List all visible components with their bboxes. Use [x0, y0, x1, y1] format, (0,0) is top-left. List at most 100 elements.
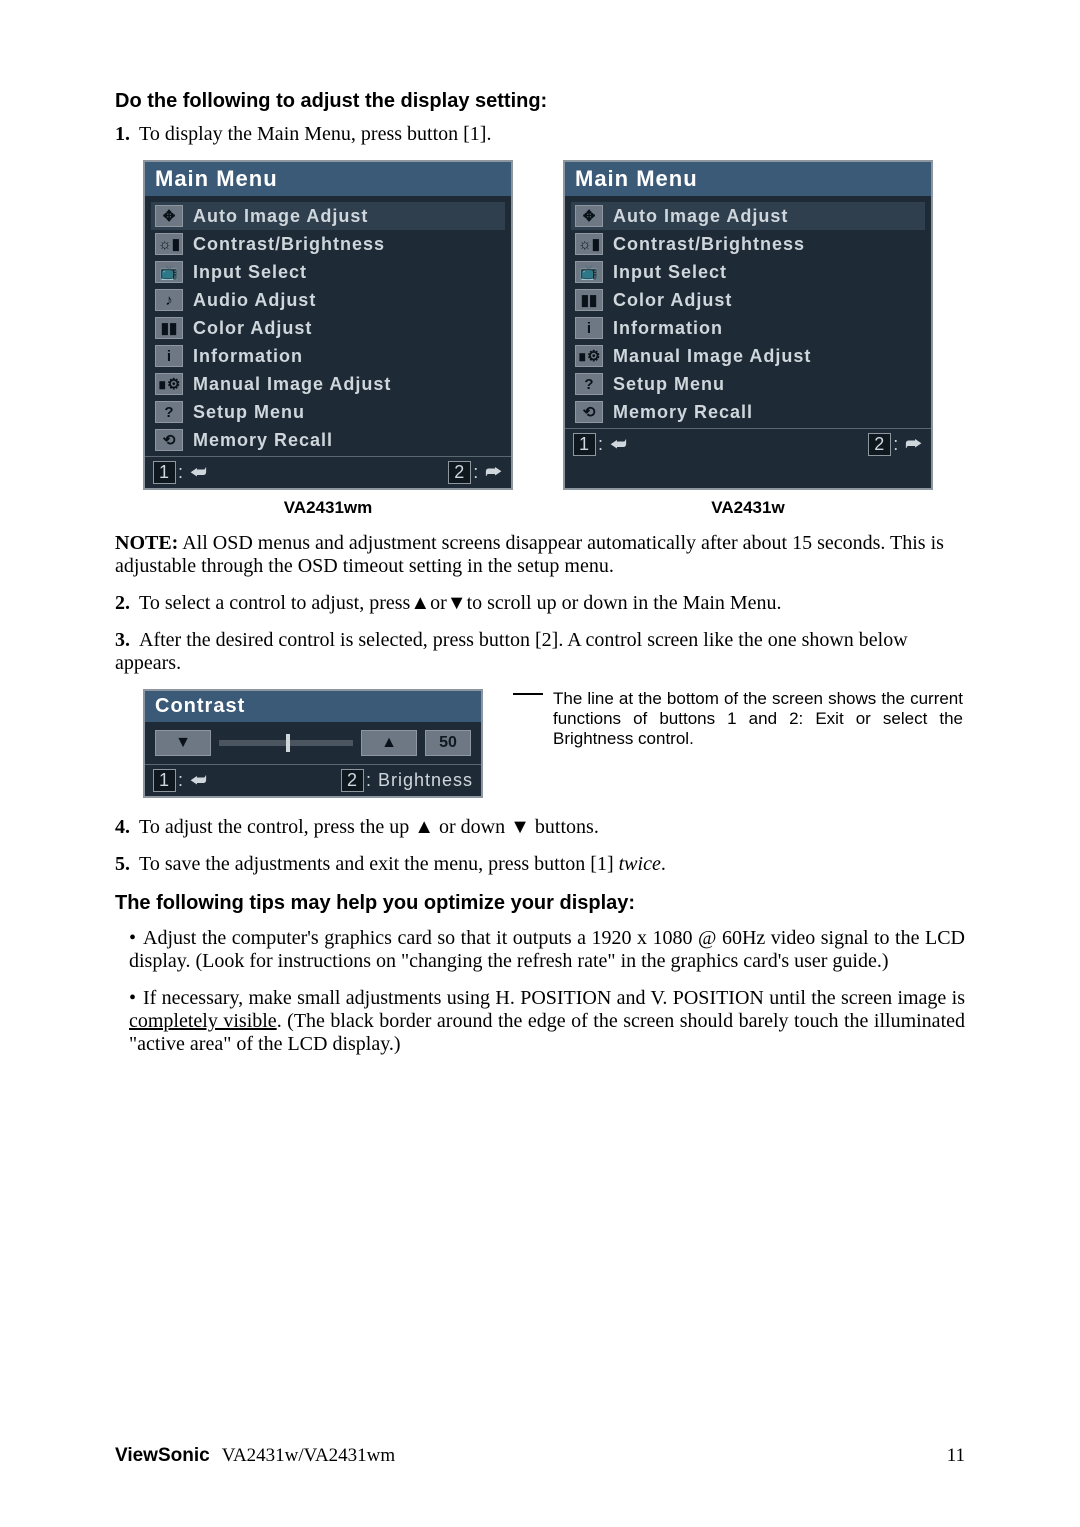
step-2-text-a: To select a control to adjust, press: [139, 592, 410, 614]
menu-item-label: Color Adjust: [613, 290, 732, 311]
osd-main-menu-wm: Main Menu ✥Auto Image Adjust ☼▮Contrast/…: [143, 160, 513, 490]
menu-item-audio-adjust[interactable]: ♪ Audio Adjust: [151, 286, 505, 314]
key-2: 2: [341, 769, 364, 792]
brightness-icon: ☼▮: [155, 233, 183, 255]
callout-line: [513, 693, 543, 695]
down-arrow-icon: ▼: [447, 592, 467, 614]
step-5-text-c: .: [661, 853, 666, 875]
menu-item-contrast-brightness[interactable]: ☼▮ Contrast/Brightness: [571, 230, 925, 258]
contrast-slider[interactable]: [219, 740, 353, 746]
info-icon: i: [155, 345, 183, 367]
menu-item-label: Contrast/Brightness: [193, 234, 385, 255]
menu-item-information[interactable]: i Information: [571, 314, 925, 342]
menu-item-input-select[interactable]: 📺Input Select: [151, 258, 505, 286]
brightness-icon: ☼▮: [575, 233, 603, 255]
audio-icon: ♪: [155, 289, 183, 311]
tip-2-underline: completely visible: [129, 1010, 277, 1032]
menu-item-label: Setup Menu: [613, 374, 725, 395]
menu-item-contrast-brightness[interactable]: ☼▮ Contrast/Brightness: [151, 230, 505, 258]
color-icon: ▮▮: [155, 317, 183, 339]
menu-item-label: Audio Adjust: [193, 290, 316, 311]
menu-item-input-select[interactable]: 📺 Input Select: [571, 258, 925, 286]
menu-item-manual-image-adjust[interactable]: ∎⚙ Manual Image Adjust: [151, 370, 505, 398]
osd-contrast-footer: 1: ⮨ 2: Brightness: [145, 764, 481, 796]
exit-icon: ⮨: [610, 434, 628, 454]
step-2-text-b: or: [430, 592, 447, 614]
footer-brightness-label: : Brightness: [366, 770, 473, 790]
key-1: 1: [573, 433, 596, 456]
input-icon: 📺: [575, 261, 603, 283]
up-button[interactable]: ▲: [361, 730, 417, 756]
step-2: 2.To select a control to adjust, press▲o…: [115, 592, 965, 615]
menu-item-label: Memory Recall: [193, 430, 333, 451]
menu-item-label: Manual Image Adjust: [193, 374, 391, 395]
contrast-value: 50: [425, 730, 471, 756]
note-text: All OSD menus and adjustment screens dis…: [115, 532, 944, 577]
osd-contrast-title: Contrast: [145, 691, 481, 722]
down-arrow-icon: ▼: [510, 816, 530, 838]
question-icon: ?: [575, 373, 603, 395]
down-button[interactable]: ▼: [155, 730, 211, 756]
menu-item-memory-recall[interactable]: ⟲ Memory Recall: [151, 426, 505, 454]
menu-item-label: Input Select: [193, 262, 307, 283]
info-icon: i: [575, 317, 603, 339]
menu-item-memory-recall[interactable]: ⟲ Memory Recall: [571, 398, 925, 426]
callout-text: The line at the bottom of the screen sho…: [553, 689, 963, 749]
step-2-text-c: to scroll up or down in the Main Menu.: [467, 592, 782, 614]
menu-item-setup-menu[interactable]: ? Setup Menu: [571, 370, 925, 398]
step-5-twice: twice: [619, 853, 661, 875]
exit-icon: ⮨: [190, 770, 208, 790]
menu-item-label: Color Adjust: [193, 318, 312, 339]
osd-contrast: Contrast ▼ ▲ 50 1: ⮨ 2: Brightness: [143, 689, 483, 798]
osd-main-menu-w: Main Menu ✥Auto Image Adjust ☼▮ Contrast/…: [563, 160, 933, 490]
menu-item-label: Input Select: [613, 262, 727, 283]
menu-item-information[interactable]: i Information: [151, 342, 505, 370]
menu-item-label: Information: [613, 318, 723, 339]
menu-item-label: Auto Image Adjust: [613, 206, 788, 227]
key-1: 1: [153, 461, 176, 484]
up-arrow-icon: ▲: [410, 592, 430, 614]
osd-title: Main Menu: [565, 162, 931, 196]
menu-item-label: Contrast/Brightness: [613, 234, 805, 255]
menu-item-color-adjust[interactable]: ▮▮ Color Adjust: [151, 314, 505, 342]
menu-item-setup-menu[interactable]: ?Setup Menu: [151, 398, 505, 426]
heading-adjust: Do the following to adjust the display s…: [115, 90, 965, 113]
manual-icon: ∎⚙: [575, 345, 603, 367]
up-arrow-icon: ▲: [414, 816, 434, 838]
menu-item-auto-image-adjust[interactable]: ✥Auto Image Adjust: [571, 202, 925, 230]
menu-item-manual-image-adjust[interactable]: ∎⚙Manual Image Adjust: [571, 342, 925, 370]
enter-icon: ⮫: [905, 434, 923, 454]
enter-icon: ⮫: [485, 462, 503, 482]
key-2: 2: [448, 461, 471, 484]
menu-item-label: Information: [193, 346, 303, 367]
menu-item-auto-image-adjust[interactable]: ✥ Auto Image Adjust: [151, 202, 505, 230]
step-4-text-b: or down: [434, 816, 510, 838]
exit-icon: ⮨: [190, 462, 208, 482]
recall-icon: ⟲: [155, 429, 183, 451]
manual-icon: ∎⚙: [155, 373, 183, 395]
menu-item-label: Auto Image Adjust: [193, 206, 368, 227]
osd-footer: 1: ⮨ 2: ⮫: [145, 456, 511, 488]
step-4-text-c: buttons.: [530, 816, 599, 838]
step-5-text-a: To save the adjustments and exit the men…: [139, 853, 619, 875]
key-2: 2: [868, 433, 891, 456]
step-4: 4.To adjust the control, press the up ▲ …: [115, 816, 965, 839]
recall-icon: ⟲: [575, 401, 603, 423]
tip-2-text-a: If necessary, make small adjustments usi…: [143, 987, 965, 1009]
tip-2: •If necessary, make small adjustments us…: [129, 987, 965, 1056]
menu-item-color-adjust[interactable]: ▮▮Color Adjust: [571, 286, 925, 314]
note-label: NOTE:: [115, 532, 178, 554]
heading-tips: The following tips may help you optimize…: [115, 892, 965, 915]
step-3: 3.After the desired control is selected,…: [115, 629, 965, 675]
menu-item-label: Memory Recall: [613, 402, 753, 423]
page-footer: ViewSonicVA2431w/VA2431wm 11: [115, 1445, 965, 1467]
menu-item-label: Setup Menu: [193, 402, 305, 423]
page-number: 11: [947, 1445, 965, 1467]
step-3-text: After the desired control is selected, p…: [115, 629, 908, 674]
step-4-text-a: To adjust the control, press the up: [139, 816, 414, 838]
target-icon: ✥: [155, 205, 183, 227]
up-arrow-icon: ▲: [381, 734, 397, 752]
key-1: 1: [153, 769, 176, 792]
step-1-text: To display the Main Menu, press button […: [139, 123, 491, 145]
tip-1: •Adjust the computer's graphics card so …: [129, 927, 965, 973]
